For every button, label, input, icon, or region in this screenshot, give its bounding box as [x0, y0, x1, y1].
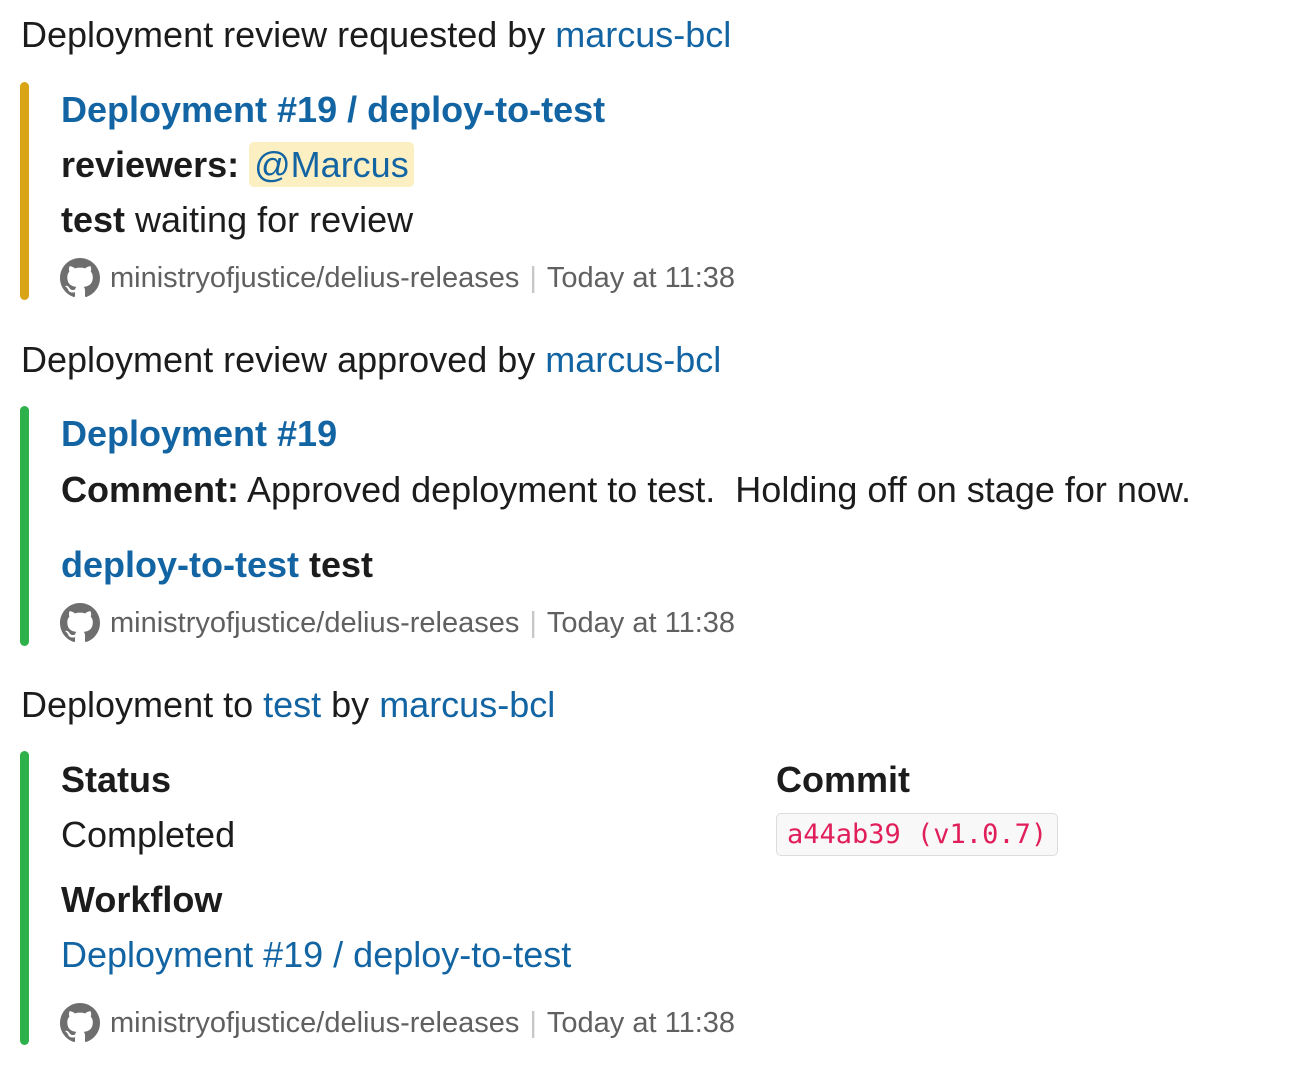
footer-separator: |: [529, 1006, 537, 1039]
footer-timestamp[interactable]: Today at 11:38: [547, 607, 735, 640]
environment-name: test: [61, 199, 126, 240]
comment-label: Comment:: [61, 469, 239, 510]
message-2-pretext: Deployment review approved by marcus-bcl: [21, 340, 721, 380]
workflow-field-value: Deployment #19 / deploy-to-test: [61, 935, 571, 975]
environment-link[interactable]: test: [263, 684, 321, 725]
comment-text: Approved deployment to test. Holding off…: [239, 469, 1191, 510]
status-field-value: Completed: [61, 814, 236, 855]
footer-separator: |: [529, 261, 537, 294]
footer-timestamp[interactable]: Today at 11:38: [547, 1007, 735, 1040]
attachment-title: Deployment #19 / deploy-to-test: [61, 90, 605, 130]
deploy-job-link[interactable]: deploy-to-test: [61, 544, 299, 585]
comment-line: Comment: Approved deployment to test. Ho…: [61, 470, 1191, 510]
footer-timestamp[interactable]: Today at 11:38: [547, 262, 735, 295]
deploy-line: deploy-to-test test: [61, 545, 373, 585]
message-3-pretext: Deployment to test by marcus-bcl: [21, 685, 555, 725]
message-1-pretext: Deployment review requested by marcus-bc…: [21, 15, 731, 55]
footer-separator: |: [529, 606, 537, 639]
pretext-text: Deployment to: [21, 684, 264, 725]
user-link[interactable]: marcus-bcl: [555, 14, 731, 55]
review-status-text: waiting for review: [125, 199, 414, 240]
user-link[interactable]: marcus-bcl: [545, 339, 721, 380]
workflow-link[interactable]: Deployment #19 / deploy-to-test: [61, 934, 571, 975]
deployment-title-link[interactable]: Deployment #19 / deploy-to-test: [61, 89, 605, 130]
workflow-field-title: Workflow: [61, 879, 223, 920]
footer-repo: ministryofjustice/delius-releases: [110, 261, 520, 294]
attachment-color-bar: [20, 751, 29, 1045]
attachment-color-bar: [20, 82, 29, 300]
attachment-footer: ministryofjustice/delius-releases | Toda…: [60, 1003, 735, 1043]
footer-repo: ministryofjustice/delius-releases: [110, 606, 520, 639]
github-icon: [60, 603, 100, 643]
commit-code[interactable]: a44ab39 (v1.0.7): [776, 813, 1059, 856]
reviewer-mention[interactable]: @Marcus: [249, 142, 414, 187]
deploy-environment: test: [299, 544, 374, 585]
attachment-title: Deployment #19: [61, 414, 337, 454]
pretext-by: by: [321, 684, 380, 725]
reviewers-label: reviewers:: [61, 144, 240, 185]
attachment-footer: ministryofjustice/delius-releases | Toda…: [60, 258, 735, 298]
commit-field-title: Commit: [776, 759, 910, 800]
status-field-title: Status: [61, 759, 172, 800]
footer-repo: ministryofjustice/delius-releases: [110, 1006, 520, 1039]
deployment-title-link[interactable]: Deployment #19: [61, 413, 337, 454]
attachment-footer: ministryofjustice/delius-releases | Toda…: [60, 603, 735, 643]
user-link[interactable]: marcus-bcl: [379, 684, 555, 725]
github-icon: [60, 258, 100, 298]
pretext-text: Deployment review approved by: [21, 339, 546, 380]
attachment-color-bar: [20, 406, 29, 646]
review-status-line: test waiting for review: [61, 200, 413, 240]
reviewers-line: reviewers: @Marcus: [61, 142, 414, 187]
pretext-text: Deployment review requested by: [21, 14, 556, 55]
github-icon: [60, 1003, 100, 1043]
